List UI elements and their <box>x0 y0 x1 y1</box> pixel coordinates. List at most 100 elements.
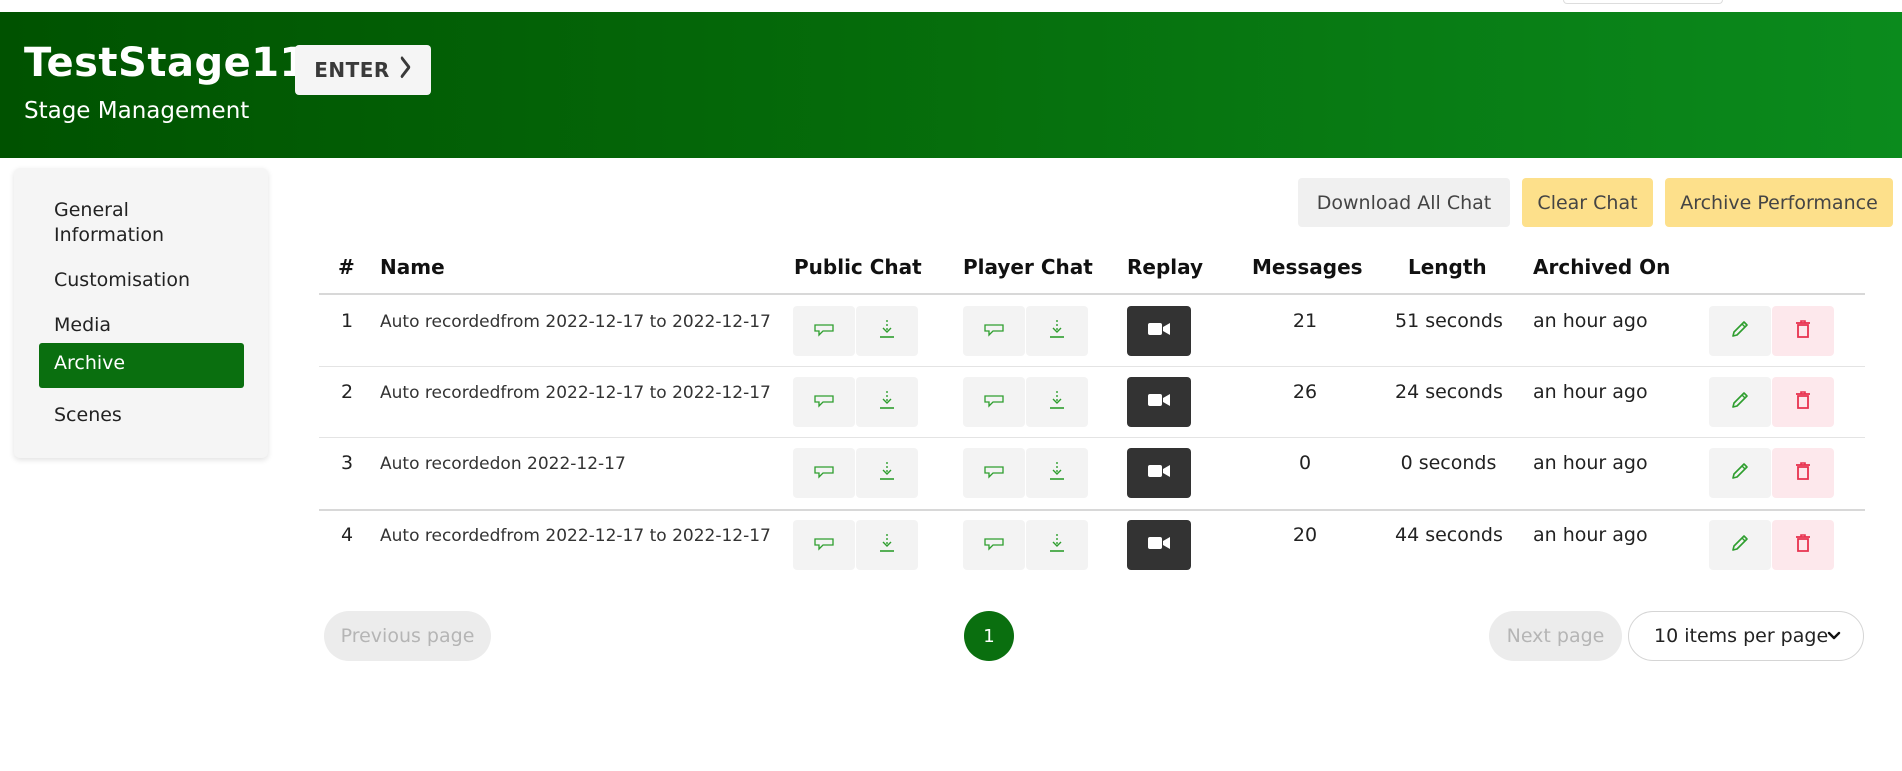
row-messages: 20 <box>1292 524 1318 546</box>
row-messages: 0 <box>1298 452 1312 474</box>
download-icon <box>1048 390 1066 414</box>
public-chat-view-button[interactable] <box>793 377 855 427</box>
download-all-chat-button[interactable]: Download All Chat <box>1298 178 1510 227</box>
chat-icon <box>983 536 1005 555</box>
replay-button[interactable] <box>1127 520 1191 570</box>
enter-label: ENTER <box>314 58 390 82</box>
row-archived-on: an hour ago <box>1533 524 1648 546</box>
previous-page-button[interactable]: Previous page <box>324 611 491 661</box>
chat-icon <box>983 393 1005 412</box>
chevron-right-icon <box>400 54 412 87</box>
delete-button[interactable] <box>1772 377 1834 427</box>
row-messages: 21 <box>1292 310 1318 332</box>
player-chat-view-button[interactable] <box>963 377 1025 427</box>
row-name: Auto recordedfrom 2022-12-17 to 2022-12-… <box>380 383 771 403</box>
download-icon <box>878 533 896 557</box>
sidebar-item-customisation[interactable]: Customisation <box>39 260 244 301</box>
trash-icon <box>1793 389 1813 415</box>
public-chat-download-button[interactable] <box>856 377 918 427</box>
page-subtitle: Stage Management <box>24 98 250 124</box>
next-page-button[interactable]: Next page <box>1489 611 1622 661</box>
edit-button[interactable] <box>1709 306 1771 356</box>
player-chat-view-button[interactable] <box>963 306 1025 356</box>
replay-button[interactable] <box>1127 377 1191 427</box>
column-header-archived-on: Archived On <box>1533 255 1671 279</box>
stage-header: TestStage11/11 ENTER Stage Management <box>0 12 1902 158</box>
row-name: Auto recordedfrom 2022-12-17 to 2022-12-… <box>380 526 771 546</box>
row-divider <box>319 366 1865 367</box>
trash-icon <box>1793 318 1813 344</box>
row-name: Auto recordedon 2022-12-17 <box>380 454 626 474</box>
row-number: 4 <box>341 524 354 546</box>
table-header-divider <box>319 293 1865 295</box>
download-icon <box>1048 461 1066 485</box>
column-header-player-chat: Player Chat <box>963 255 1093 279</box>
delete-button[interactable] <box>1772 448 1834 498</box>
row-archived-on: an hour ago <box>1533 310 1648 332</box>
row-number: 3 <box>341 452 354 474</box>
clear-chat-button[interactable]: Clear Chat <box>1522 178 1653 227</box>
video-camera-icon <box>1147 535 1171 555</box>
pencil-icon <box>1729 532 1751 558</box>
public-chat-download-button[interactable] <box>856 448 918 498</box>
row-length: 44 seconds <box>1395 524 1503 546</box>
chat-icon <box>813 536 835 555</box>
edit-button[interactable] <box>1709 377 1771 427</box>
column-header-messages: Messages <box>1252 255 1363 279</box>
enter-button[interactable]: ENTER <box>295 45 431 95</box>
edit-button[interactable] <box>1709 520 1771 570</box>
pencil-icon <box>1729 318 1751 344</box>
sidebar: General Information Customisation Media … <box>14 168 268 458</box>
row-divider <box>319 437 1865 438</box>
trash-icon <box>1793 460 1813 486</box>
column-header-replay: Replay <box>1127 255 1204 279</box>
public-chat-view-button[interactable] <box>793 448 855 498</box>
archive-performance-button[interactable]: Archive Performance <box>1665 178 1893 227</box>
chat-icon <box>983 464 1005 483</box>
row-messages: 26 <box>1292 381 1318 403</box>
public-chat-view-button[interactable] <box>793 306 855 356</box>
player-chat-view-button[interactable] <box>963 448 1025 498</box>
video-camera-icon <box>1147 321 1171 341</box>
pencil-icon <box>1729 389 1751 415</box>
delete-button[interactable] <box>1772 306 1834 356</box>
trash-icon <box>1793 532 1813 558</box>
download-icon <box>878 390 896 414</box>
video-camera-icon <box>1147 463 1171 483</box>
row-divider <box>319 509 1865 511</box>
download-icon <box>1048 533 1066 557</box>
chat-icon <box>813 393 835 412</box>
page-number-button[interactable]: 1 <box>964 611 1014 661</box>
download-icon <box>878 319 896 343</box>
chat-icon <box>813 322 835 341</box>
replay-button[interactable] <box>1127 306 1191 356</box>
sidebar-item-general-information[interactable]: General Information <box>39 190 244 256</box>
public-chat-view-button[interactable] <box>793 520 855 570</box>
column-header-length: Length <box>1408 255 1487 279</box>
video-camera-icon <box>1147 392 1171 412</box>
player-chat-download-button[interactable] <box>1026 520 1088 570</box>
player-chat-download-button[interactable] <box>1026 377 1088 427</box>
items-per-page-select[interactable]: 10 items per page <box>1628 611 1864 661</box>
pencil-icon <box>1729 460 1751 486</box>
column-header-number: # <box>338 255 355 279</box>
sidebar-item-archive[interactable]: Archive <box>39 343 244 388</box>
row-archived-on: an hour ago <box>1533 381 1648 403</box>
player-chat-download-button[interactable] <box>1026 448 1088 498</box>
row-name: Auto recordedfrom 2022-12-17 to 2022-12-… <box>380 312 771 332</box>
row-length: 51 seconds <box>1395 310 1503 332</box>
row-length: 0 seconds <box>1400 452 1497 474</box>
public-chat-download-button[interactable] <box>856 520 918 570</box>
items-per-page-value: 10 items per page <box>1654 625 1829 647</box>
download-icon <box>1048 319 1066 343</box>
public-chat-download-button[interactable] <box>856 306 918 356</box>
delete-button[interactable] <box>1772 520 1834 570</box>
sidebar-item-media[interactable]: Media <box>39 305 244 346</box>
top-edge-element <box>1563 0 1723 4</box>
sidebar-item-scenes[interactable]: Scenes <box>39 395 244 436</box>
replay-button[interactable] <box>1127 448 1191 498</box>
edit-button[interactable] <box>1709 448 1771 498</box>
player-chat-view-button[interactable] <box>963 520 1025 570</box>
player-chat-download-button[interactable] <box>1026 306 1088 356</box>
download-icon <box>878 461 896 485</box>
